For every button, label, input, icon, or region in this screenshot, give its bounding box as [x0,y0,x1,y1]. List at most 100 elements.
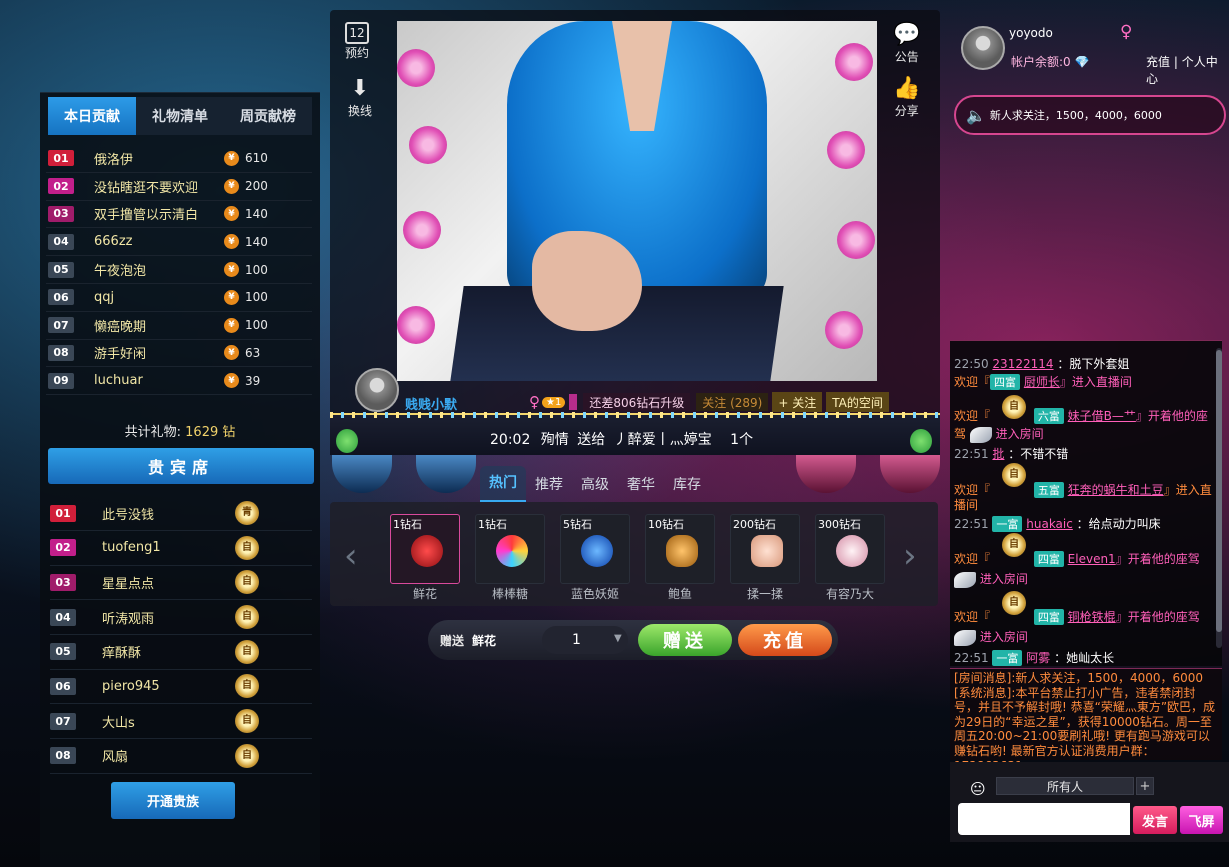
message-user[interactable]: huakaic [1026,517,1073,531]
tab-recommended[interactable]: 推荐 [526,474,572,502]
vip-row[interactable]: 08 风扇 自 [50,739,312,774]
recipient-select[interactable]: 所有人 [996,777,1134,795]
message-text: ：她屾太长 [1054,651,1115,665]
vip-row[interactable]: 06 piero945 自 [50,670,312,705]
vip-row[interactable]: 03 星星点点 自 [50,566,312,601]
message-user[interactable]: 狂奔的蜗牛和土豆 [1068,483,1164,497]
message-text: 进入房间 [979,630,1028,644]
chat-message: 欢迎『 四富 铜枪铁棍』开着他的座驾 [954,608,1200,625]
tab-luxury[interactable]: 奢华 [618,474,664,502]
ranking-row[interactable]: 07 懒癌晚期 ¥ 100 [46,312,312,340]
rank-number: 04 [48,233,74,250]
share-button[interactable]: 👍 分享 [893,76,920,119]
contribution-value: 100 [245,290,268,305]
gift-next-arrow-icon[interactable]: › [903,536,917,576]
speech-bubble-icon: 💬 [893,22,921,47]
anchor-name[interactable]: 贱贱小默 [405,394,457,413]
selected-gift-name: 鲜花 [472,634,497,648]
vip-row[interactable]: 05 痒酥酥 自 [50,635,312,670]
gift-name: 蓝色妖姬 [570,587,619,601]
tab-hot[interactable]: 热门 [480,466,526,502]
gift-item-bra[interactable]: 300钻石 [815,514,885,584]
ranking-row[interactable]: 05 午夜泡泡 ¥ 100 [46,256,312,284]
gift-item-blue-rose[interactable]: 5钻石 [560,514,630,584]
coin-icon: ¥ [224,289,239,305]
contribution-value: 63 [245,345,261,360]
vip-rank-number: 06 [50,677,76,695]
user-avatar[interactable] [961,26,1005,70]
tab-gift-list[interactable]: 礼物清单 [136,97,224,135]
message-user[interactable]: 厨师长 [1024,375,1060,389]
ranking-row[interactable]: 04 666zz ¥ 140 [46,228,312,257]
message-text: ：脱下外套姐 [1057,357,1130,371]
ranking-row[interactable]: 01 俄洛伊 ¥ 610 [46,145,312,173]
vip-badge-label: 自 [235,743,259,768]
chat-message: 欢迎『 六富 妹子借B—艹』开着他的座 [954,407,1208,424]
chat-input[interactable] [958,803,1130,835]
gift-prev-arrow-icon[interactable]: ‹ [344,536,358,576]
vip-row[interactable]: 01 此号没钱 青 [50,496,312,531]
message-time: 22:50 [954,357,989,371]
vip-rank-number: 04 [50,608,76,626]
message-user[interactable]: 23122114 [992,357,1053,371]
rank-number: 07 [48,317,74,334]
user-name: 没钻瞎逛不要欢迎 [94,180,199,196]
message-user[interactable]: Eleven1 [1068,552,1116,566]
gift-price: 5钻石 [563,518,592,531]
tab-advanced[interactable]: 高级 [572,474,618,502]
live-video[interactable] [397,21,877,381]
chat-message: 22:51 一富 huakaic ：给点动力叫床 [954,515,1161,532]
broadcast-time: 20:02 [490,432,531,448]
gift-item-flower[interactable]: 1钻石 [390,514,460,584]
follow-button[interactable]: + 关注 [772,392,823,412]
plus-icon[interactable]: + [1136,777,1154,795]
flower-decoration [835,43,873,81]
vip-list: 01 此号没钱 青 02 tuofeng1 自 03 星星点点 自 04 听涛观… [50,496,312,774]
chat-scrollbar-thumb[interactable] [1216,350,1222,632]
reserve-button[interactable]: 12 预约 [345,22,369,61]
vip-row[interactable]: 07 大山s 自 [50,704,312,739]
share-label: 分享 [894,104,919,118]
vip-row[interactable]: 04 听涛观雨 自 [50,600,312,635]
message-time: 22:51 [954,447,989,461]
anchor-avatar[interactable] [355,368,399,412]
message-text: ：给点动力叫床 [1076,517,1161,531]
recharge-button[interactable]: 充值 [738,624,832,656]
message-text: 进入房间 [995,427,1044,441]
tab-inventory[interactable]: 库存 [664,474,710,502]
message-user[interactable]: 妹子借B—艹 [1068,409,1136,423]
vip-badge-label: 自 [235,605,259,630]
fly-screen-button[interactable]: 飞屏 [1180,806,1223,834]
vip-row[interactable]: 02 tuofeng1 自 [50,531,312,566]
message-user[interactable]: 铜枪铁棍 [1068,610,1116,624]
emoji-icon[interactable]: 😐 [970,780,986,798]
open-nobility-button[interactable]: 开通贵族 [111,782,235,819]
gift-item-abalone[interactable]: 10钻石 [645,514,715,584]
switch-line-button[interactable]: ⬇ 换线 [348,76,372,119]
tab-today-contribution[interactable]: 本日贡献 [48,97,136,135]
decorative-cup [416,455,476,493]
ranking-row[interactable]: 09 luchuar ¥ 39 [46,367,312,396]
ranking-row[interactable]: 06 qqj ¥ 100 [46,284,312,312]
coin-icon: ¥ [224,373,239,389]
contribution-value: 140 [245,206,268,221]
gift-category-tabs: 热门 推荐 高级 奢华 库存 [480,466,710,502]
send-gift-button[interactable]: 赠送 [638,624,732,656]
ranking-row[interactable]: 08 游手好闲 ¥ 63 [46,340,312,368]
gift-item-rub[interactable]: 200钻石 [730,514,800,584]
send-message-button[interactable]: 发言 [1133,806,1177,834]
message-user[interactable]: 阿雾 [1026,651,1050,665]
car-mount-icon [954,571,976,588]
gift-item-lollipop[interactable]: 1钻石 [475,514,545,584]
welcome-text: 欢迎『 [954,409,991,423]
ta-space-button[interactable]: TA的空间 [826,392,889,412]
ranking-row[interactable]: 03 双手撸管以示清白 ¥ 140 [46,201,312,229]
message-user[interactable]: 批 [992,447,1004,461]
recharge-link[interactable]: 充值 [1146,55,1170,69]
tab-weekly-ranking[interactable]: 周贡献榜 [224,97,312,135]
contribution-value: 200 [245,179,268,194]
caret-down-icon[interactable]: ▼ [614,633,622,644]
broadcast-receiver: 丿醉爱丨灬婷宝 [613,432,712,448]
announcement-button[interactable]: 💬 公告 [893,22,920,65]
ranking-row[interactable]: 02 没钻瞎逛不要欢迎 ¥ 200 [46,173,312,201]
